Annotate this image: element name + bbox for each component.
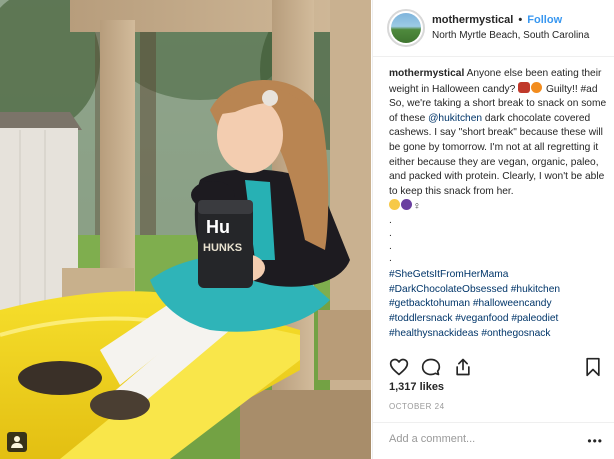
likes-count[interactable]: 1,317 likes <box>389 381 444 393</box>
username-link[interactable]: mothermystical <box>432 14 513 26</box>
comment-bar: ••• <box>373 422 614 459</box>
woman-emoji <box>401 199 412 211</box>
post-header: mothermystical • Follow North Myrtle Bea… <box>373 0 614 57</box>
dot-line: . <box>389 240 392 252</box>
dot-line: . <box>389 227 392 239</box>
bag-label: HUNKS <box>203 242 242 254</box>
post-caption: mothermystical Anyone else been eating t… <box>389 67 609 341</box>
dot-line: . <box>389 214 392 226</box>
hashtags[interactable]: #SheGetsItFromHerMama #DarkChocolateObse… <box>389 268 609 341</box>
bookmark-icon[interactable] <box>583 357 603 377</box>
action-bar <box>389 357 603 379</box>
location-link[interactable]: North Myrtle Beach, South Carolina <box>432 30 589 41</box>
avatar[interactable] <box>387 9 425 47</box>
bag-brand: Hu <box>206 217 230 237</box>
mention-link[interactable]: @hukitchen <box>428 113 482 124</box>
follow-button[interactable]: Follow <box>527 14 562 26</box>
post-photo[interactable]: Hu HUNKS <box>0 0 371 459</box>
female-sign: ♀ <box>413 201 421 213</box>
caption-text-3: dark chocolate covered cashews. I say "s… <box>389 112 605 197</box>
dot-line: . <box>389 253 392 265</box>
more-options-icon[interactable]: ••• <box>587 434 603 448</box>
laughing-emoji <box>389 199 400 211</box>
caption-username[interactable]: mothermystical <box>389 68 464 79</box>
header-user-row: mothermystical • Follow <box>432 14 562 26</box>
photo-illustration: Hu HUNKS <box>0 0 371 459</box>
heart-icon[interactable] <box>389 357 409 377</box>
caption-dots: . . . . <box>389 215 609 266</box>
candy-emoji <box>518 81 531 93</box>
user-tag-icon[interactable] <box>7 432 27 452</box>
post-date[interactable]: OCTOBER 24 <box>389 402 445 411</box>
separator-dot: • <box>518 14 523 26</box>
comment-icon[interactable] <box>421 357 441 377</box>
comment-input[interactable] <box>389 433 569 445</box>
pumpkin-emoji <box>531 81 543 93</box>
post-details-panel: mothermystical • Follow North Myrtle Bea… <box>372 0 614 459</box>
share-icon[interactable] <box>453 357 473 377</box>
